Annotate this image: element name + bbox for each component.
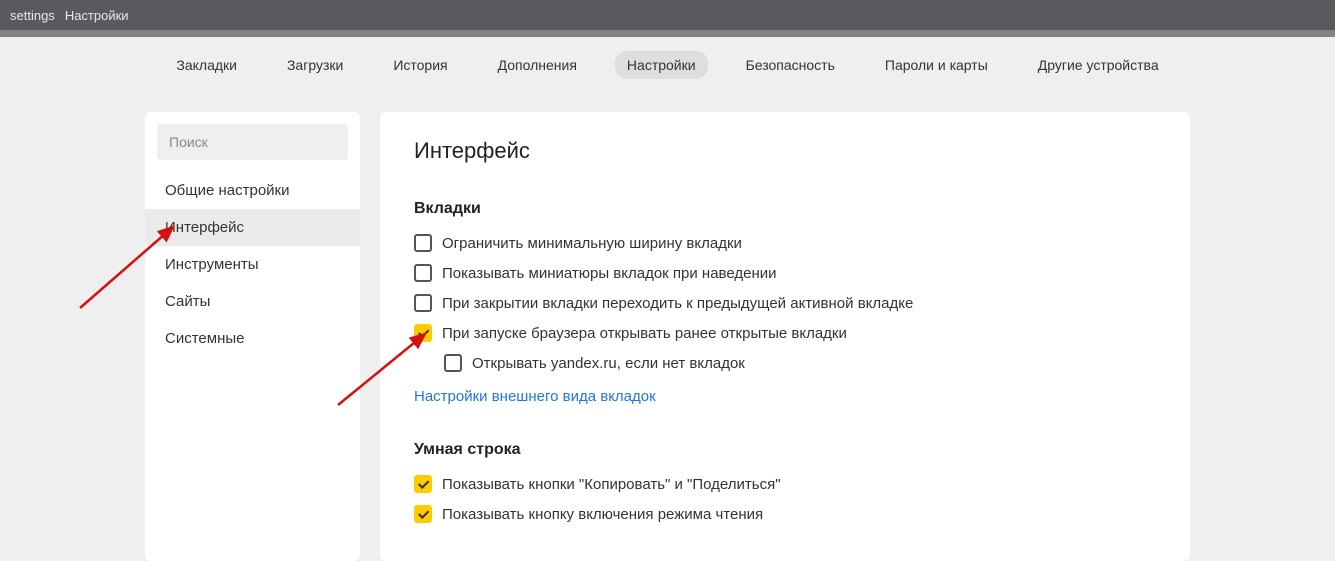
nav-addons[interactable]: Дополнения xyxy=(486,51,589,79)
titlebar-text-left: settings xyxy=(10,8,55,23)
checkbox-restore-tabs[interactable] xyxy=(414,324,432,342)
sidebar-item-system[interactable]: Системные xyxy=(145,320,360,357)
checkbox-close-to-prev[interactable] xyxy=(414,294,432,312)
settings-sidebar: Поиск Общие настройки Интерфейс Инструме… xyxy=(145,112,360,561)
search-input[interactable]: Поиск xyxy=(157,124,348,160)
page-title: Интерфейс xyxy=(414,138,1156,164)
nav-bookmarks[interactable]: Закладки xyxy=(164,51,249,79)
nav-passwords[interactable]: Пароли и карты xyxy=(873,51,1000,79)
label-restore-tabs: При запуске браузера открывать ранее отк… xyxy=(442,325,847,342)
nav-devices[interactable]: Другие устройства xyxy=(1026,51,1171,79)
checkbox-limit-tab-width[interactable] xyxy=(414,234,432,252)
label-reader-mode: Показывать кнопку включения режима чтени… xyxy=(442,506,763,523)
label-close-to-prev: При закрытии вкладки переходить к предыд… xyxy=(442,295,913,312)
sidebar-item-sites[interactable]: Сайты xyxy=(145,283,360,320)
sidebar-item-interface[interactable]: Интерфейс xyxy=(145,209,360,246)
main-panel: Интерфейс Вкладки Ограничить минимальную… xyxy=(380,112,1190,561)
titlebar-text-right: Настройки xyxy=(65,8,129,23)
sidebar-item-tools[interactable]: Инструменты xyxy=(145,246,360,283)
top-nav: Закладки Загрузки История Дополнения Нас… xyxy=(0,37,1335,92)
label-copy-share: Показывать кнопки "Копировать" и "Подели… xyxy=(442,476,781,493)
sidebar-item-general[interactable]: Общие настройки xyxy=(145,172,360,209)
section-smartbar-title: Умная строка xyxy=(414,441,1156,459)
checkbox-open-yandex[interactable] xyxy=(444,354,462,372)
label-show-thumbnails: Показывать миниатюры вкладок при наведен… xyxy=(442,265,777,282)
section-tabs-title: Вкладки xyxy=(414,200,1156,218)
window-titlebar: settings Настройки xyxy=(0,0,1335,30)
checkbox-copy-share[interactable] xyxy=(414,475,432,493)
nav-history[interactable]: История xyxy=(381,51,459,79)
link-tab-appearance[interactable]: Настройки внешнего вида вкладок xyxy=(414,388,656,405)
checkbox-show-thumbnails[interactable] xyxy=(414,264,432,282)
checkbox-reader-mode[interactable] xyxy=(414,505,432,523)
decorative-bar xyxy=(0,30,1335,37)
nav-downloads[interactable]: Загрузки xyxy=(275,51,355,79)
label-limit-tab-width: Ограничить минимальную ширину вкладки xyxy=(442,235,742,252)
nav-settings[interactable]: Настройки xyxy=(615,51,708,79)
label-open-yandex: Открывать yandex.ru, если нет вкладок xyxy=(472,355,745,372)
nav-security[interactable]: Безопасность xyxy=(734,51,847,79)
